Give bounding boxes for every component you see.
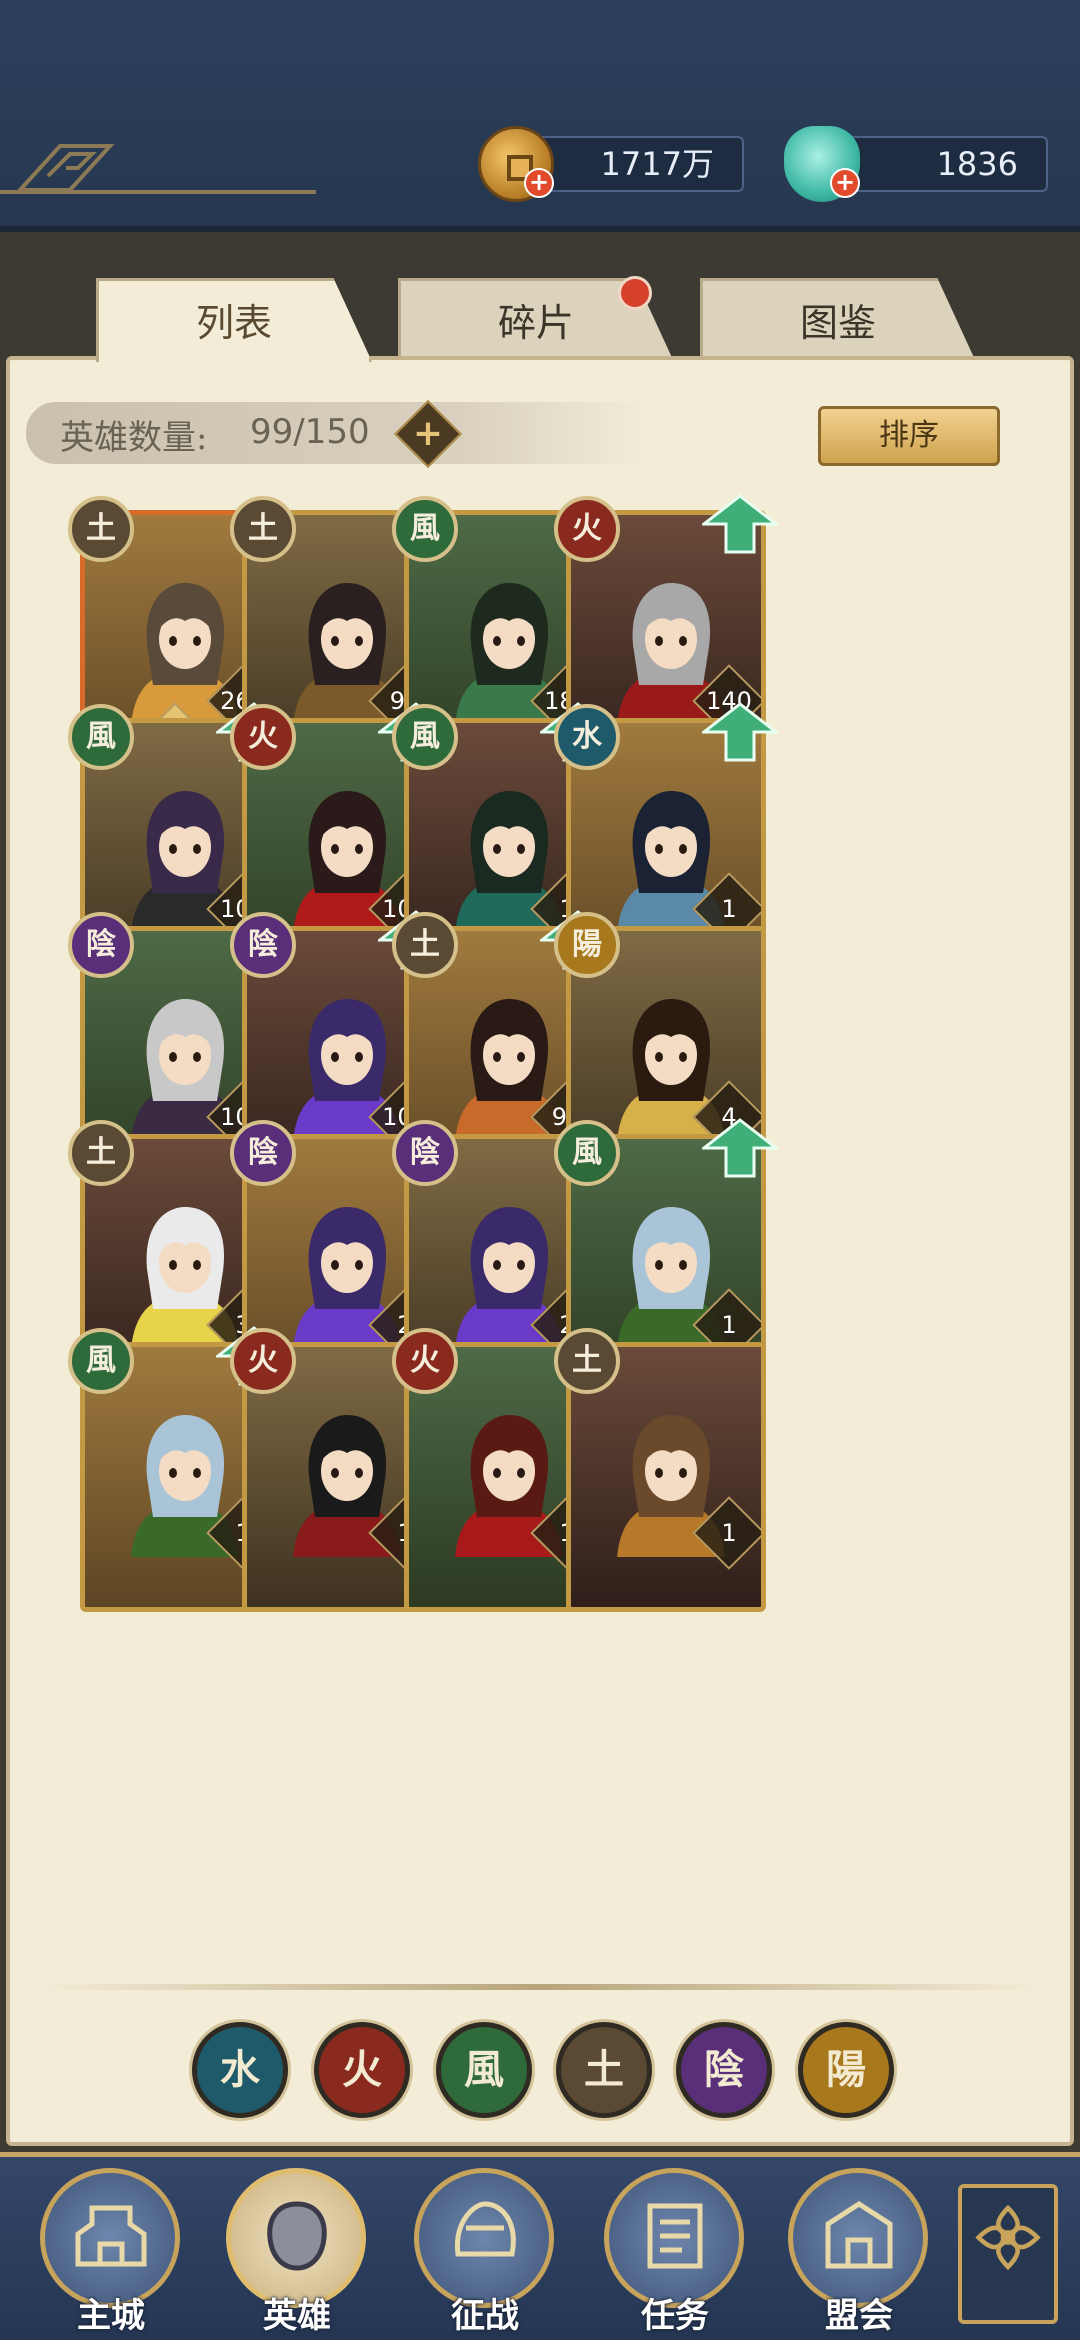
element-badge-icon: 陰	[68, 912, 134, 978]
hero-portrait-icon	[267, 2201, 327, 2271]
element-badge-icon: 火	[554, 496, 620, 562]
nav-label: 盟会	[825, 2296, 893, 2336]
element-badge-icon: 風	[392, 496, 458, 562]
element-badge-icon: 陰	[230, 1120, 296, 1186]
upgrade-arrow-icon	[702, 494, 778, 554]
element-filter-button[interactable]: 風	[436, 2022, 532, 2118]
nav-label: 征战	[451, 2296, 519, 2336]
hero-grid: 2601土90土180風140火100風100火1風1水100陰100陰90土4…	[20, 490, 1060, 1986]
element-badge-icon: 風	[68, 1328, 134, 1394]
element-badge-icon: 風	[68, 704, 134, 770]
cloud-ornament-icon	[0, 144, 316, 194]
nav-label: 任务	[641, 2296, 709, 2336]
element-badge-icon: 土	[392, 912, 458, 978]
upgrade-arrow-icon	[702, 1118, 778, 1178]
notification-dot	[618, 276, 652, 310]
element-badge-icon: 風	[554, 1120, 620, 1186]
element-badge-icon: 風	[392, 704, 458, 770]
gate-icon	[825, 2201, 893, 2269]
nav-item-3[interactable]: 任务	[600, 2168, 750, 2340]
flower-menu-icon	[975, 2204, 1041, 2271]
element-filter-button[interactable]: 陰	[676, 2022, 772, 2118]
helmet-icon	[455, 2201, 516, 2257]
plus-icon: +	[412, 413, 444, 454]
upgrade-arrow-icon	[702, 702, 778, 762]
element-badge-icon: 火	[230, 704, 296, 770]
flower-menu-button[interactable]	[958, 2184, 1058, 2324]
tab-codex[interactable]: 图鉴	[700, 278, 976, 362]
nav-item-0[interactable]: 主城	[36, 2168, 186, 2340]
element-badge-icon: 陰	[392, 1120, 458, 1186]
scroll-icon	[647, 2203, 703, 2269]
element-badge-icon: 水	[554, 704, 620, 770]
element-badge-icon: 火	[392, 1328, 458, 1394]
nav-item-4[interactable]: 盟会	[784, 2168, 934, 2340]
hero-count-value: 99/150	[250, 412, 370, 452]
element-filter-button[interactable]: 土	[556, 2022, 652, 2118]
element-badge-icon: 火	[230, 1328, 296, 1394]
nav-label: 主城	[77, 2296, 145, 2336]
hero-count-label: 英雄数量:	[60, 418, 208, 458]
element-badge-icon: 土	[230, 496, 296, 562]
divider	[40, 1984, 1040, 1990]
element-filter-button[interactable]: 火	[314, 2022, 410, 2118]
add-gold-button[interactable]: +	[524, 168, 554, 198]
nav-item-2[interactable]: 征战	[410, 2168, 560, 2340]
castle-icon	[75, 2205, 147, 2267]
nav-label: 英雄	[263, 2296, 331, 2336]
element-filter-button[interactable]: 陽	[798, 2022, 894, 2118]
element-badge-icon: 土	[68, 496, 134, 562]
nav-item-1[interactable]: 英雄	[222, 2168, 372, 2340]
element-badge-icon: 陰	[230, 912, 296, 978]
element-badge-icon: 陽	[554, 912, 620, 978]
add-jade-button[interactable]: +	[830, 168, 860, 198]
element-badge-icon: 土	[68, 1120, 134, 1186]
element-badge-icon: 土	[554, 1328, 620, 1394]
element-filter-button[interactable]: 水	[192, 2022, 288, 2118]
tab-list-active[interactable]: 列表	[96, 278, 372, 362]
hero-level-value: 1	[721, 1519, 737, 1547]
sort-button[interactable]: 排序	[818, 406, 1000, 466]
